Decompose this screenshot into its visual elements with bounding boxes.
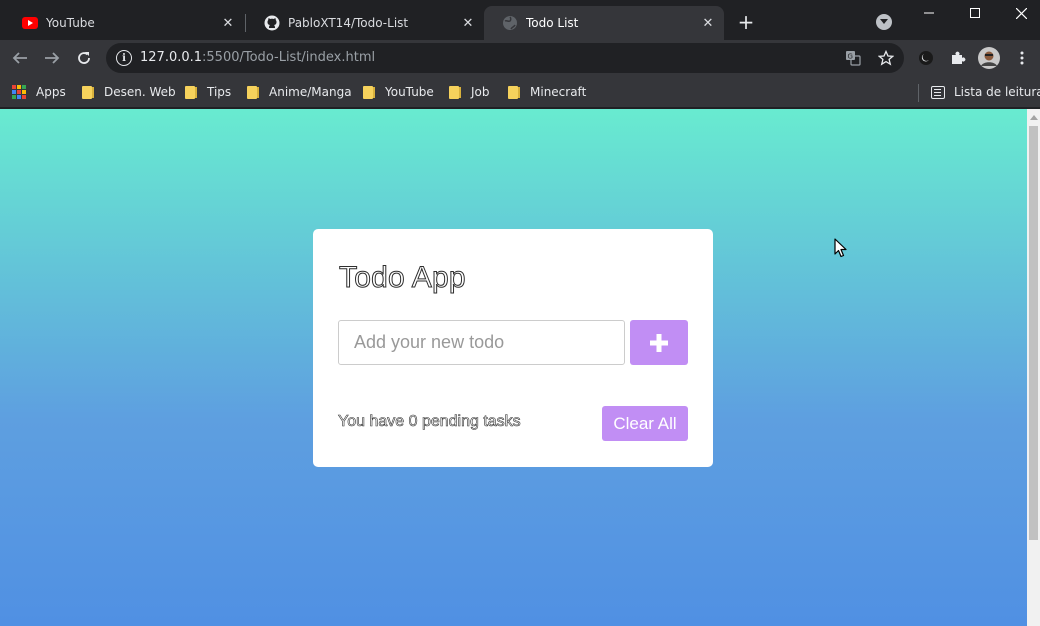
bookmark-folder-job[interactable]: Job <box>449 82 490 102</box>
pending-count: 0 <box>408 413 418 431</box>
url-path: :5500/Todo-List/index.html <box>202 50 376 65</box>
app-title: Todo App <box>339 261 467 295</box>
bookmark-folder-anime-manga[interactable]: Anime/Manga <box>247 82 352 102</box>
github-icon <box>264 15 280 31</box>
pending-suffix: pending tasks <box>417 413 521 431</box>
mouse-cursor-icon <box>834 238 847 258</box>
pending-tasks-text: You have 0 pending tasks <box>338 413 521 431</box>
svg-text:G: G <box>848 53 853 61</box>
bookmark-apps[interactable]: Apps <box>12 82 66 102</box>
close-window-icon[interactable] <box>998 0 1040 26</box>
new-tab-button[interactable]: + <box>734 10 758 34</box>
bookmark-star-icon[interactable] <box>877 49 895 67</box>
forward-arrow-icon[interactable] <box>38 44 66 72</box>
reading-list-label: Lista de leitura <box>954 85 1040 99</box>
folder-icon <box>247 85 259 99</box>
bookmarks-divider <box>918 84 919 102</box>
tab-search-icon[interactable] <box>876 14 892 30</box>
apps-grid-icon <box>12 85 26 99</box>
close-tab-icon[interactable]: ✕ <box>218 13 238 33</box>
tab-youtube[interactable]: YouTube ✕ <box>4 6 244 40</box>
tab-title: YouTube <box>46 16 95 30</box>
scrollbar-thumb[interactable] <box>1029 126 1038 540</box>
reading-list-icon <box>931 85 945 99</box>
page-viewport: Todo App You have 0 pending tasks Clear … <box>0 109 1027 626</box>
bookmark-label: Desen. Web <box>104 85 176 99</box>
plus-icon <box>650 333 668 352</box>
bookmark-label: Minecraft <box>530 85 587 99</box>
address-url[interactable]: 127.0.0.1:5500/Todo-List/index.html <box>140 50 375 65</box>
folder-icon <box>508 85 520 99</box>
tab-todo-list[interactable]: Todo List ✕ <box>484 6 724 40</box>
youtube-icon <box>22 15 38 31</box>
close-tab-icon[interactable]: ✕ <box>698 13 718 33</box>
folder-icon <box>82 85 94 99</box>
browser-toolbar: i 127.0.0.1:5500/Todo-List/index.html G <box>0 40 1040 76</box>
address-bar[interactable]: i 127.0.0.1:5500/Todo-List/index.html G <box>106 43 904 73</box>
maximize-icon[interactable] <box>952 0 998 26</box>
pending-prefix: You have <box>338 413 409 431</box>
site-info-icon[interactable]: i <box>116 50 132 66</box>
folder-icon <box>185 85 197 99</box>
minimize-icon[interactable] <box>906 0 952 26</box>
globe-icon <box>502 15 518 31</box>
bookmark-folder-youtube[interactable]: YouTube <box>363 82 434 102</box>
url-host: 127.0.0.1 <box>140 50 203 65</box>
tab-title: Todo List <box>526 16 579 30</box>
bookmark-label: Apps <box>36 85 66 99</box>
clear-all-button[interactable]: Clear All <box>602 406 688 441</box>
profile-avatar[interactable] <box>978 47 1000 69</box>
close-tab-icon[interactable]: ✕ <box>458 13 478 33</box>
back-arrow-icon[interactable] <box>6 44 34 72</box>
vertical-scrollbar[interactable] <box>1027 109 1040 626</box>
bookmark-folder-minecraft[interactable]: Minecraft <box>508 82 586 102</box>
add-todo-button[interactable] <box>630 320 688 365</box>
bookmarks-bar: Apps Desen. Web Tips Anime/Manga YouTube… <box>0 76 1040 108</box>
bookmark-label: Job <box>471 85 490 99</box>
scroll-up-arrow-icon[interactable] <box>1027 112 1040 122</box>
translate-icon[interactable]: G <box>844 49 862 67</box>
bookmark-label: Anime/Manga <box>269 85 352 99</box>
todo-input[interactable] <box>338 320 625 365</box>
bookmark-label: Tips <box>207 85 232 99</box>
tab-title: PabloXT14/Todo-List <box>288 16 409 30</box>
dark-reader-icon[interactable] <box>916 48 936 68</box>
bookmark-label: YouTube <box>385 85 434 99</box>
reload-icon[interactable] <box>70 44 98 72</box>
reading-list-button[interactable]: Lista de leitura <box>931 82 1040 102</box>
folder-icon <box>449 85 461 99</box>
extensions-puzzle-icon[interactable] <box>948 48 968 68</box>
bookmark-folder-tips[interactable]: Tips <box>185 82 231 102</box>
tab-strip: YouTube ✕ PabloXT14/Todo-List ✕ Todo Lis… <box>0 0 1040 40</box>
folder-icon <box>363 85 375 99</box>
menu-kebab-icon[interactable] <box>1012 48 1032 68</box>
tab-github[interactable]: PabloXT14/Todo-List ✕ <box>246 6 484 40</box>
bookmark-folder-desen-web[interactable]: Desen. Web <box>82 82 176 102</box>
todo-card: Todo App You have 0 pending tasks Clear … <box>313 229 713 467</box>
